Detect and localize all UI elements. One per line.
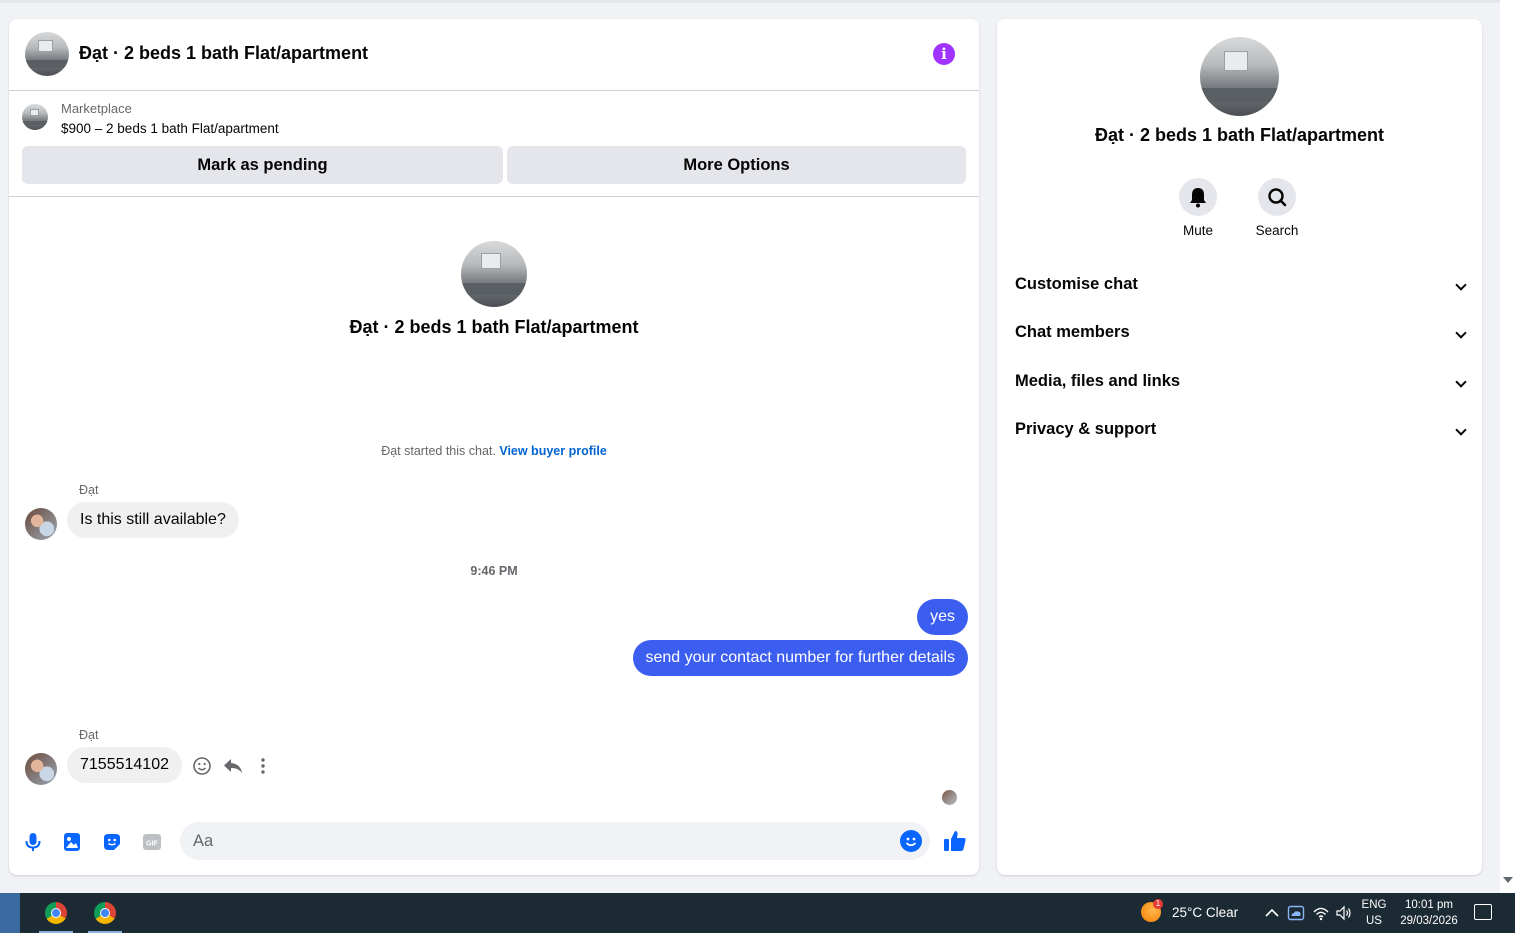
scroll-down-arrow[interactable] <box>1503 877 1513 883</box>
chat-header: Đạt · 2 beds 1 bath Flat/apartment i <box>9 19 979 91</box>
listing-price-title[interactable]: $900 – 2 beds 1 bath Flat/apartment <box>61 121 279 136</box>
taskbar-chrome-app[interactable] <box>36 893 76 933</box>
wifi-icon[interactable] <box>1312 904 1330 922</box>
search-label: Search <box>1255 223 1299 238</box>
marketplace-listing-thumbnail[interactable] <box>22 104 48 130</box>
more-actions-icon[interactable] <box>252 756 274 778</box>
react-icon[interactable] <box>191 756 213 778</box>
reply-icon[interactable] <box>222 756 244 778</box>
microphone-icon[interactable] <box>22 831 44 853</box>
chat-title[interactable]: Đạt · 2 beds 1 bath Flat/apartment <box>79 43 368 64</box>
sender-name: Đạt <box>79 728 99 742</box>
details-title: Đạt · 2 beds 1 bath Flat/apartment <box>1094 125 1385 145</box>
search-icon <box>1268 188 1287 207</box>
thumbs-up-icon[interactable] <box>943 829 967 853</box>
accordion-chat-members[interactable]: Chat members <box>1015 323 1467 347</box>
chat-started-notice: Đạt started this chat. View buyer profil… <box>9 444 979 458</box>
divider <box>9 196 979 197</box>
svg-text:GIF: GIF <box>146 841 158 848</box>
notification-center-icon[interactable] <box>1474 904 1492 920</box>
message-input-placeholder: Aa <box>193 832 214 850</box>
keyboard-region: US <box>1366 915 1382 927</box>
buyer-avatar[interactable] <box>25 753 57 785</box>
listing-avatar[interactable] <box>25 32 69 76</box>
windows-taskbar: 1 25°C Clear ENG US 10:01 pm 29/03/2026 <box>0 893 1515 933</box>
accordion-label: Chat members <box>1015 323 1130 341</box>
chevron-down-icon <box>1455 279 1467 291</box>
accordion-media-files-links[interactable]: Media, files and links <box>1015 372 1467 396</box>
weather-text[interactable]: 25°C Clear <box>1172 905 1238 920</box>
outgoing-message[interactable]: send your contact number for further det… <box>632 640 968 676</box>
conversation-title: Đạt · 2 beds 1 bath Flat/apartment <box>349 317 639 337</box>
clock-time: 10:01 pm <box>1405 899 1453 911</box>
chevron-down-icon <box>1455 327 1467 339</box>
input-language-indicator[interactable]: ENG US <box>1361 897 1387 929</box>
chrome-icon <box>45 902 67 924</box>
details-avatar[interactable] <box>1200 37 1279 116</box>
accordion-label: Media, files and links <box>1015 372 1181 390</box>
info-icon[interactable]: i <box>933 43 955 65</box>
bell-icon <box>1190 188 1206 208</box>
taskbar-chrome-app[interactable] <box>85 893 125 933</box>
mark-as-pending-button[interactable]: Mark as pending <box>22 146 503 184</box>
weather-badge: 1 <box>1153 899 1163 909</box>
sender-name: Đạt <box>79 483 99 497</box>
sticker-icon[interactable] <box>101 831 123 853</box>
photo-icon[interactable] <box>61 831 83 853</box>
start-button[interactable] <box>0 893 20 933</box>
language-code: ENG <box>1361 899 1387 911</box>
marketplace-label: Marketplace <box>61 101 132 116</box>
accordion-label: Customise chat <box>1015 275 1138 293</box>
message-timestamp: 9:46 PM <box>470 564 518 578</box>
accordion-customise-chat[interactable]: Customise chat <box>1015 275 1467 299</box>
onedrive-icon[interactable] <box>1287 904 1305 922</box>
chevron-down-icon <box>1455 376 1467 388</box>
chevron-down-icon <box>1455 424 1467 436</box>
emoji-icon[interactable] <box>900 830 922 852</box>
page-scrollbar[interactable] <box>1500 0 1515 893</box>
incoming-message[interactable]: 7155514102 <box>67 747 182 783</box>
accordion-privacy-support[interactable]: Privacy & support <box>1015 420 1467 444</box>
seen-indicator-avatar <box>942 790 957 805</box>
conversation-avatar <box>461 241 527 307</box>
accordion-label: Privacy & support <box>1015 420 1157 438</box>
mute-button[interactable] <box>1179 178 1217 216</box>
chevron-up-icon[interactable] <box>1263 904 1281 922</box>
more-options-button[interactable]: More Options <box>507 146 966 184</box>
chat-panel: Đạt · 2 beds 1 bath Flat/apartment i Mar… <box>9 19 979 875</box>
buyer-avatar[interactable] <box>25 508 57 540</box>
clock-date: 29/03/2026 <box>1400 915 1458 927</box>
mute-label: Mute <box>1182 223 1213 238</box>
message-input[interactable]: Aa <box>180 822 930 860</box>
chrome-icon <box>94 902 116 924</box>
chat-started-text: Đạt started this chat. <box>381 444 496 458</box>
outgoing-message[interactable]: yes <box>917 599 968 635</box>
top-border <box>0 0 1500 3</box>
chat-details-panel: Đạt · 2 beds 1 bath Flat/apartment Mute … <box>997 19 1482 875</box>
view-buyer-profile-link[interactable]: View buyer profile <box>499 444 606 458</box>
speaker-icon[interactable] <box>1335 904 1353 922</box>
search-button[interactable] <box>1258 178 1296 216</box>
system-clock[interactable]: 10:01 pm 29/03/2026 <box>1392 897 1466 929</box>
incoming-message[interactable]: Is this still available? <box>67 502 239 538</box>
gif-icon[interactable]: GIF <box>141 831 163 853</box>
